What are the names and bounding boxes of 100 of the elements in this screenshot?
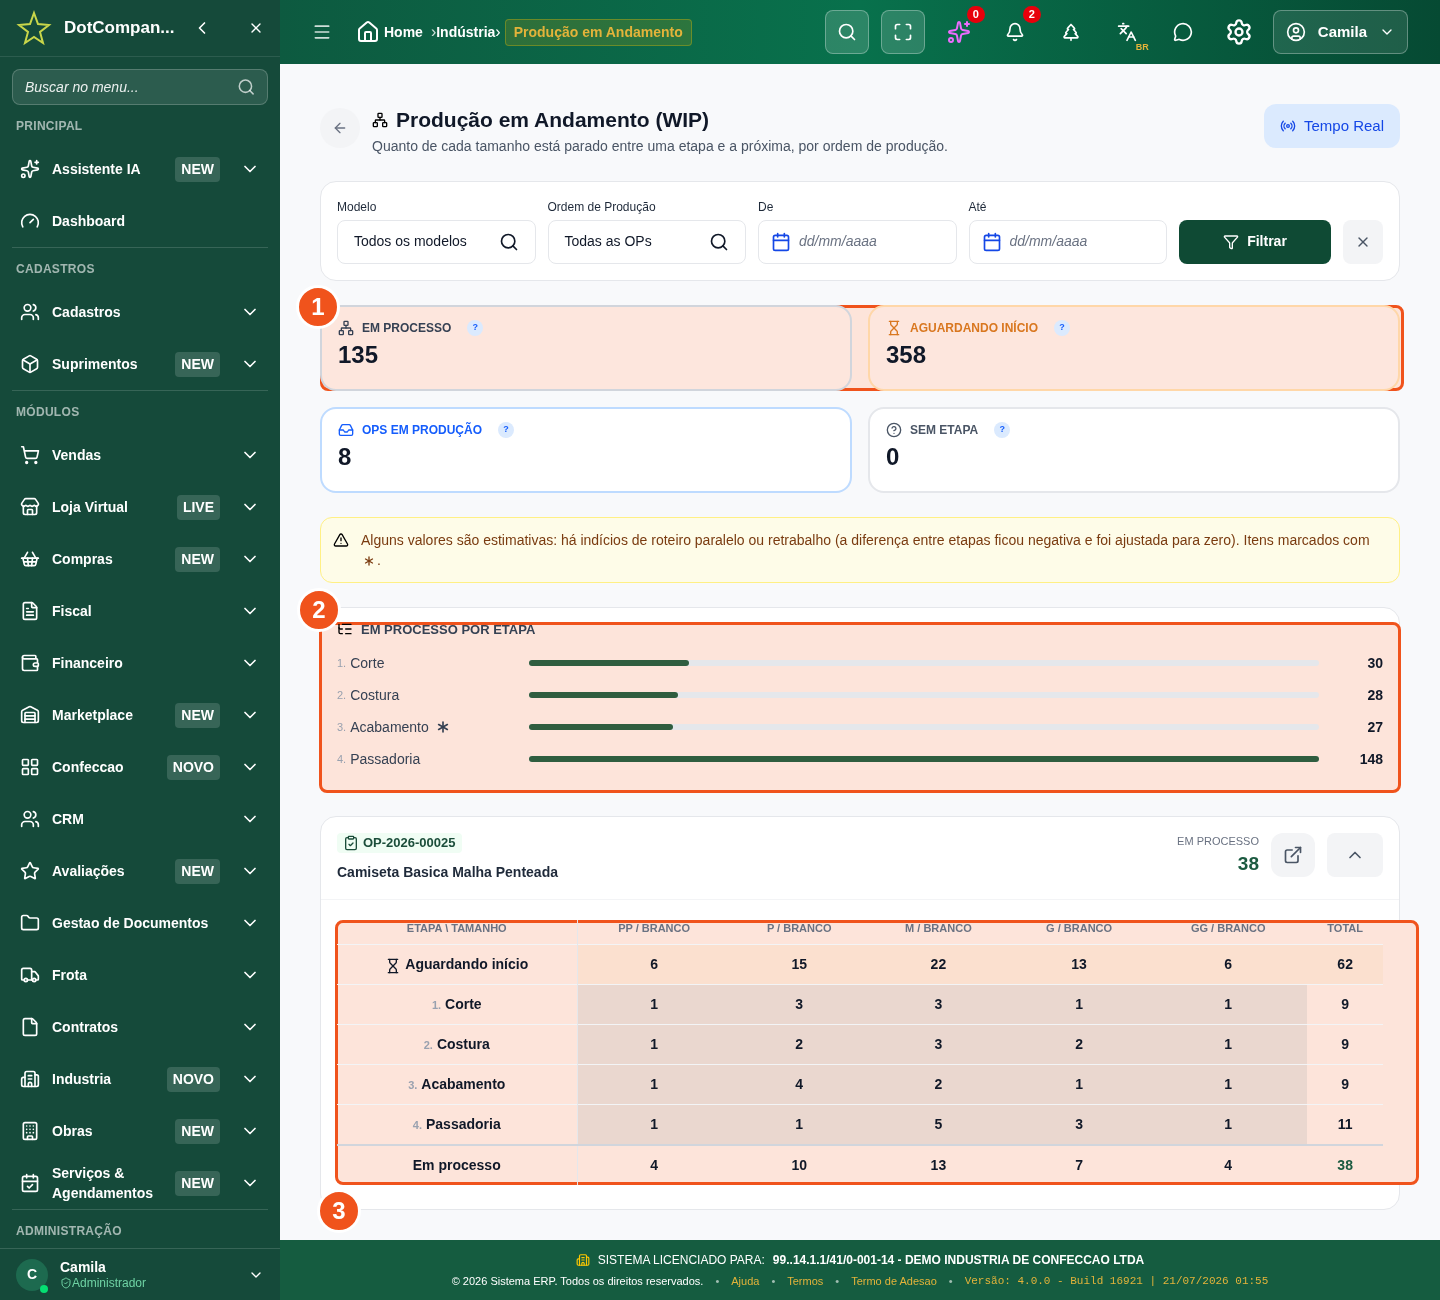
- user-icon: [1285, 22, 1306, 42]
- menu-search-box[interactable]: Buscar no menu...: [12, 69, 268, 106]
- sidebar-item[interactable]: Financeiro: [12, 637, 268, 690]
- footer-link[interactable]: Termos: [787, 1272, 824, 1290]
- item-label: Confeccao: [52, 758, 125, 778]
- badge: NEW: [175, 702, 220, 728]
- item-label: Obras: [52, 1122, 94, 1142]
- sidebar-item[interactable]: Dashboard: [12, 195, 268, 248]
- wallet-icon: [20, 653, 40, 674]
- realtime-button[interactable]: Tempo Real: [1263, 104, 1400, 148]
- stage-number: 1.: [431, 999, 442, 1012]
- table-cell: 5: [867, 1104, 1010, 1145]
- brand-name: DotCompan...: [64, 17, 175, 40]
- filter-icon: [1223, 233, 1240, 250]
- help-badge[interactable]: ?: [994, 421, 1011, 438]
- grid-icon: [20, 757, 40, 778]
- badge: NEW: [175, 858, 220, 884]
- back-arrow-icon: [332, 120, 348, 136]
- help-badge[interactable]: ?: [1054, 319, 1070, 336]
- warning-icon: [333, 531, 349, 548]
- column-header: GG / BRANCO: [1149, 919, 1308, 945]
- breadcrumb-link[interactable]: Indústria: [436, 21, 496, 43]
- warning-text: Alguns valores são estimativas: há indícios de roteiro paralelo ou retrabalho (a diferença entre etapas ficou negativa e foi ajustada para zero). Itens marcados com: [361, 531, 1370, 548]
- date-field[interactable]: dd/mm/aaaa: [758, 219, 957, 264]
- search-icon: [836, 22, 857, 42]
- sidebar-item[interactable]: Confeccao NOVO: [12, 741, 268, 794]
- table-cell: 1: [577, 1024, 731, 1065]
- search-select[interactable]: Todos os modelos: [337, 219, 536, 264]
- sidebar-item[interactable]: Obras NEW: [12, 1105, 268, 1158]
- warehouse-icon: [20, 705, 40, 726]
- section-title: ADMINISTRAÇÃO: [15, 1222, 123, 1241]
- menu-search-field[interactable]: Buscar no menu...: [25, 76, 237, 98]
- expand-icon: [892, 22, 913, 42]
- sidebar-item[interactable]: Industria NOVO: [12, 1053, 268, 1106]
- quick-search-button[interactable]: [824, 10, 869, 54]
- row-label: Corte: [445, 996, 482, 1013]
- menu-icon[interactable]: [312, 22, 332, 42]
- stage-value: 30: [1366, 653, 1383, 673]
- product-name: Camiseta Basica Malha Penteada: [337, 862, 558, 882]
- column-header: G / BRANCO: [1009, 919, 1150, 945]
- table-cell: 10: [730, 1144, 868, 1185]
- sidebar-item[interactable]: Marketplace NEW: [12, 689, 268, 742]
- breadcrumb-link[interactable]: Home: [384, 21, 423, 43]
- field-label: Ordem de Produção: [547, 198, 657, 216]
- open-link-button[interactable]: [1271, 833, 1315, 877]
- user-menu-button[interactable]: Camila: [1272, 10, 1408, 54]
- search-select[interactable]: Todas as OPs: [547, 219, 746, 264]
- sidebar-item[interactable]: Assistente IA NEW: [12, 143, 268, 196]
- sidebar-item[interactable]: Serviços & Agendamentos NEW: [12, 1157, 268, 1210]
- calendar-icon: [771, 231, 791, 252]
- date-input[interactable]: dd/mm/aaaa: [799, 231, 944, 252]
- store-icon: [20, 497, 40, 518]
- sidebar-item[interactable]: Contratos: [12, 1001, 268, 1054]
- sidebar-item[interactable]: Suprimentos NEW: [12, 338, 268, 391]
- stage-number: 4.: [412, 1119, 422, 1131]
- fullscreen-button[interactable]: [880, 10, 925, 54]
- sidebar-item[interactable]: Cadastros: [12, 286, 268, 339]
- table-cell: 15: [730, 944, 868, 985]
- stat-label: SEM ETAPA: [910, 421, 979, 439]
- footer-link[interactable]: Termo de Adesao: [851, 1272, 937, 1290]
- home-icon: [356, 20, 380, 44]
- settings-icon: [1224, 18, 1253, 46]
- sidebar-item[interactable]: Frota: [12, 949, 268, 1002]
- sidebar-item[interactable]: Avaliações NEW: [12, 845, 268, 898]
- user-name: Camila: [60, 1258, 107, 1275]
- clipboard-icon: [343, 834, 359, 851]
- filter-button[interactable]: Filtrar: [1179, 219, 1331, 264]
- sidebar-item[interactable]: Loja Virtual LIVE: [12, 481, 268, 534]
- help-badge[interactable]: ?: [467, 319, 484, 336]
- stage-name: Corte: [350, 653, 385, 673]
- table-cell: 1: [1009, 984, 1150, 1025]
- sidebar-item[interactable]: Vendas: [12, 429, 268, 482]
- row-label: Em processo: [412, 1156, 501, 1173]
- date-input[interactable]: dd/mm/aaaa: [1009, 231, 1154, 252]
- column-header: PP / BRANCO: [577, 919, 731, 945]
- help-badge[interactable]: ?: [498, 421, 514, 438]
- language-button[interactable]: BR: [1104, 10, 1149, 54]
- table-cell: 4: [577, 1144, 731, 1185]
- breadcrumb-separator: ›: [495, 22, 501, 42]
- box-icon: [20, 354, 40, 375]
- bell-icon: [1004, 22, 1025, 42]
- table-cell: 22: [867, 944, 1010, 985]
- stage-number: 4.: [337, 751, 347, 767]
- callout-number: 2: [297, 587, 341, 632]
- item-label: Cadastros: [52, 303, 122, 323]
- item-label: Loja Virtual: [52, 498, 129, 518]
- column-header: ETAPA \ TAMANHO: [337, 919, 577, 945]
- sidebar-item[interactable]: CRM: [12, 793, 268, 846]
- item-label: Financeiro: [52, 654, 124, 674]
- sidebar-item[interactable]: Compras NEW: [12, 533, 268, 586]
- sidebar-item[interactable]: Fiscal: [12, 585, 268, 638]
- total-cell: 62: [1307, 944, 1383, 985]
- sidebar-item[interactable]: Gestao de Documentos: [12, 897, 268, 950]
- sparkles-icon: [20, 159, 40, 180]
- back-button[interactable]: [320, 108, 360, 148]
- item-label: CRM: [52, 810, 85, 830]
- footer-link[interactable]: Ajuda: [731, 1272, 760, 1290]
- table-cell: 2: [867, 1064, 1010, 1105]
- date-field[interactable]: dd/mm/aaaa: [968, 219, 1167, 264]
- row-label: Costura: [436, 1036, 490, 1053]
